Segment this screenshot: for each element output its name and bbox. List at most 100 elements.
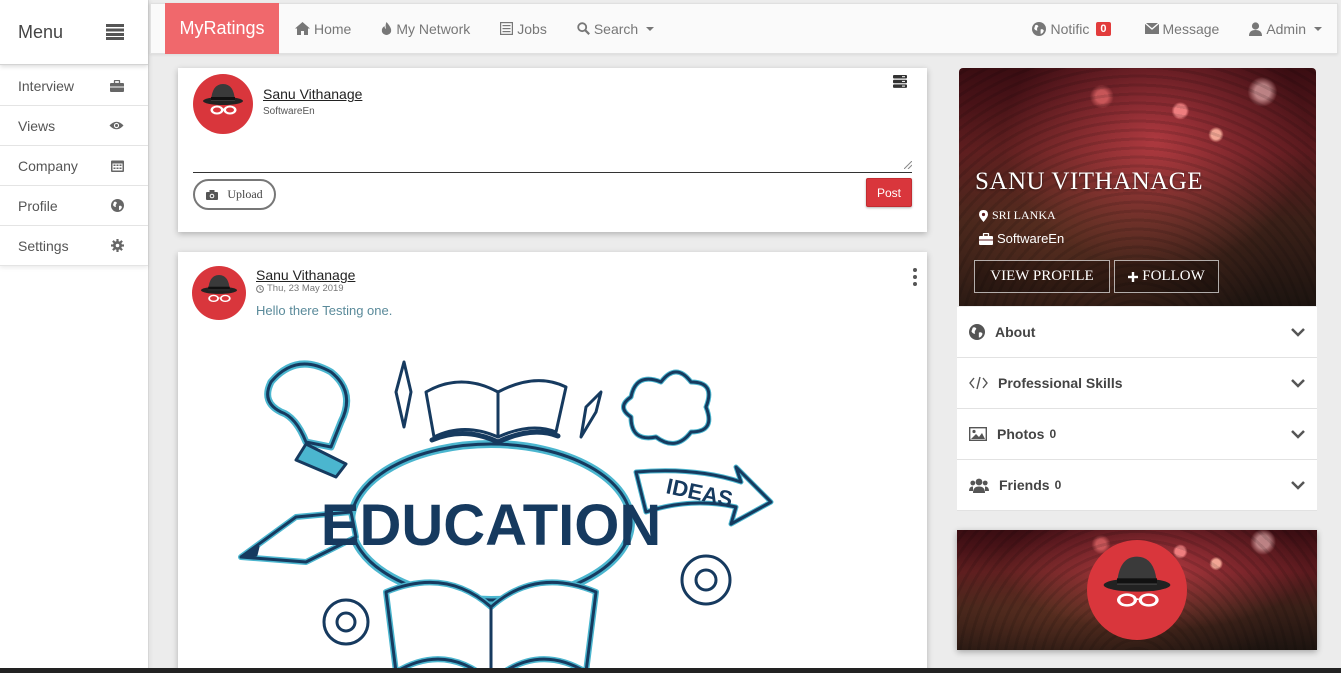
globe-icon [969, 324, 985, 340]
menu-header[interactable]: Menu [0, 0, 148, 65]
nav-search-label: Search [593, 20, 639, 37]
accordion-professional-skills[interactable]: Professional Skills [957, 358, 1317, 409]
accordion-title: About [995, 324, 1036, 340]
accordion-title: Photos [997, 426, 1045, 442]
search-icon [577, 22, 590, 35]
post-timestamp: Thu, 23 May 2019 [256, 283, 344, 294]
nav-right-links: Notific 0 Message Admin [1032, 21, 1337, 37]
post-text: Hello there Testing one. [256, 303, 393, 318]
nav-notifications-label: Notific [1050, 20, 1090, 37]
code-icon [969, 376, 988, 390]
nav-links: Home My Network Jobs Search [279, 20, 655, 37]
nav-jobs[interactable]: Jobs [500, 21, 547, 37]
composer-user-role: SoftwareEn [263, 106, 315, 117]
post-composer: Sanu Vithanage SoftwareEn Upload Post [178, 68, 927, 232]
avatar [193, 74, 253, 134]
profile-location-label: SRI LANKA [992, 208, 1056, 222]
photos-count: 0 [1049, 427, 1057, 441]
accordion-title: Friends [999, 477, 1050, 493]
camera-icon [206, 189, 219, 200]
chevron-down-icon [1291, 327, 1305, 337]
briefcase-icon [110, 79, 124, 92]
profile-accordion: About Professional Skills Photos 0 Frien… [957, 307, 1317, 511]
chevron-down-icon [1291, 378, 1305, 388]
brand-logo[interactable]: MyRatings [165, 3, 279, 54]
accordion-photos[interactable]: Photos 0 [957, 409, 1317, 460]
fire-icon [381, 22, 392, 35]
profile-location: SRI LANKA [979, 208, 1056, 223]
sidebar-item-label: Interview [18, 77, 75, 94]
list-icon [500, 22, 514, 35]
sidebar-item-label: Profile [18, 197, 58, 214]
sidebar-item-label: Company [18, 157, 78, 174]
nav-user-label: Admin [1266, 20, 1306, 37]
chevron-down-icon [1291, 480, 1305, 490]
menu-title: Menu [18, 21, 64, 42]
nav-home[interactable]: Home [295, 21, 351, 37]
notification-count-badge: 0 [1096, 21, 1111, 36]
composer-user-name[interactable]: Sanu Vithanage [263, 86, 362, 102]
follow-label: FOLLOW [1142, 268, 1205, 284]
options-icon[interactable] [893, 75, 907, 88]
nav-search-dropdown[interactable]: Search [577, 20, 655, 37]
post-card: Sanu Vithanage Thu, 23 May 2019 Hello th… [178, 252, 927, 673]
upload-label: Upload [227, 187, 263, 201]
profile-name: SANU VITHANAGE [975, 168, 1204, 195]
chevron-down-icon [646, 26, 655, 31]
profile-role: SoftwareEn [979, 231, 1064, 246]
profile-mini-card [957, 530, 1317, 650]
post-date: Thu, 23 May 2019 [267, 283, 344, 294]
chevron-down-icon [1291, 429, 1305, 439]
sidebar-item-company[interactable]: Company [0, 146, 148, 186]
globe-icon [111, 199, 124, 212]
window-bottom-edge [0, 668, 1341, 673]
sidebar-item-interview[interactable]: Interview [0, 66, 148, 106]
education-word: EDUCATION [321, 493, 661, 558]
image-icon [969, 427, 987, 441]
sidebar-item-settings[interactable]: Settings [0, 226, 148, 266]
chevron-down-icon [1314, 26, 1322, 31]
nav-message-label: Message [1162, 20, 1220, 37]
sidebar-item-label: Views [18, 117, 56, 134]
briefcase-icon [979, 232, 993, 245]
sidebar-item-label: Settings [18, 237, 69, 254]
user-icon [1249, 21, 1263, 36]
calendar-icon [111, 159, 124, 172]
post-image[interactable]: EDUCATION IDEAS [236, 352, 776, 673]
nav-notifications[interactable]: Notific 0 [1032, 20, 1111, 37]
gear-icon [111, 239, 124, 252]
profile-cover-card: SANU VITHANAGE SRI LANKA SoftwareEn VIEW… [959, 68, 1316, 306]
avatar [192, 266, 246, 320]
nav-user-dropdown[interactable]: Admin [1249, 21, 1322, 37]
post-author-name[interactable]: Sanu Vithanage [256, 267, 355, 283]
map-marker-icon [979, 209, 988, 222]
globe-icon [1032, 21, 1047, 36]
hamburger-icon[interactable] [106, 24, 124, 40]
accordion-title: Professional Skills [998, 375, 1123, 391]
sidebar-item-profile[interactable]: Profile [0, 186, 148, 226]
more-options-icon[interactable] [913, 268, 917, 286]
nav-jobs-label: Jobs [517, 20, 547, 37]
plus-icon [1128, 271, 1139, 282]
accordion-friends[interactable]: Friends 0 [957, 460, 1317, 511]
follow-button[interactable]: FOLLOW [1114, 260, 1219, 293]
top-navbar: MyRatings Home My Network Jobs Search No… [150, 3, 1338, 54]
envelope-icon [1144, 23, 1159, 34]
resize-handle-icon[interactable] [904, 161, 912, 169]
nav-home-label: Home [314, 20, 352, 37]
view-profile-button[interactable]: VIEW PROFILE [974, 260, 1110, 293]
avatar[interactable] [1087, 540, 1187, 640]
eye-icon [109, 120, 124, 131]
nav-my-network[interactable]: My Network [381, 21, 470, 37]
post-textarea[interactable] [193, 169, 912, 173]
sidebar-item-views[interactable]: Views [0, 106, 148, 146]
sidebar: Menu Interview Views Company Profile Set… [0, 0, 149, 673]
nav-message[interactable]: Message [1144, 20, 1220, 37]
nav-my-network-label: My Network [396, 20, 471, 37]
profile-role-label: SoftwareEn [997, 231, 1065, 246]
upload-button[interactable]: Upload [193, 179, 276, 210]
post-button[interactable]: Post [866, 178, 912, 207]
accordion-about[interactable]: About [957, 307, 1317, 358]
users-icon [969, 478, 989, 493]
clock-icon [256, 284, 264, 293]
